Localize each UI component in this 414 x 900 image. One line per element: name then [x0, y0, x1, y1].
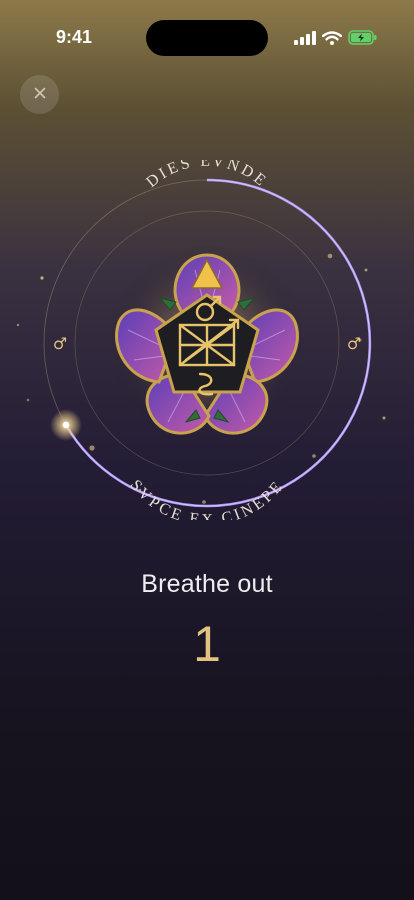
status-icons — [294, 30, 378, 50]
svg-text:SVPCE EX CINEPE: SVPCE EX CINEPE — [126, 477, 287, 520]
cellular-signal-icon — [294, 30, 316, 50]
breath-instruction: Breathe out — [141, 570, 273, 598]
close-button[interactable] — [20, 75, 59, 114]
status-bar: 9:41 — [0, 0, 414, 56]
mars-symbol-right: ♂ — [347, 334, 361, 353]
ritual-circle: DIES LVNDE SVPCE EX CINEPE ♂ ♂ — [0, 160, 414, 520]
mars-symbol-left: ♂ — [53, 334, 67, 353]
close-icon — [34, 86, 46, 104]
bottom-inscription: SVPCE EX CINEPE — [126, 477, 284, 520]
battery-charging-icon — [348, 30, 378, 50]
status-time: 9:41 — [56, 27, 93, 47]
wifi-icon — [321, 30, 343, 50]
dynamic-island — [146, 20, 268, 56]
breath-count: 1 — [193, 616, 221, 672]
